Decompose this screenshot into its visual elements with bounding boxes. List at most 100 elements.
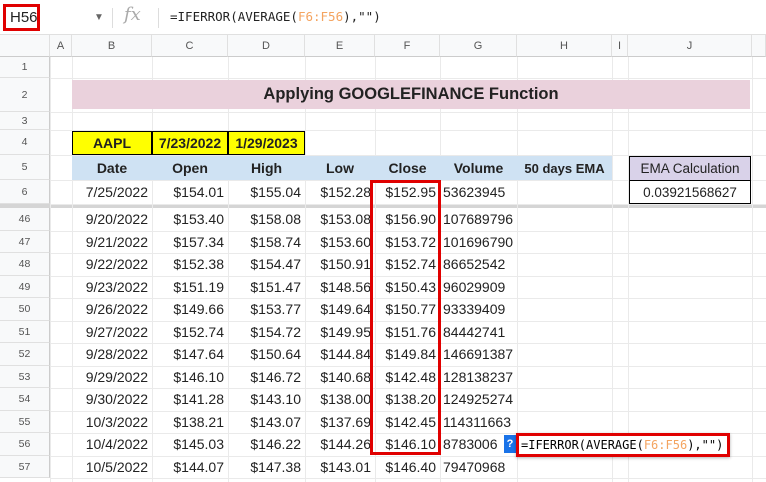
cell-open[interactable]: $153.40 xyxy=(152,208,228,231)
column-label-volume[interactable]: Volume xyxy=(440,156,517,180)
cell-high[interactable]: $150.64 xyxy=(228,343,305,366)
column-header-H[interactable]: H xyxy=(517,35,612,57)
cell-open[interactable]: $145.03 xyxy=(152,433,228,456)
cell-open[interactable]: $149.66 xyxy=(152,298,228,321)
cell-open[interactable]: $152.38 xyxy=(152,253,228,276)
cell-date[interactable]: 9/29/2022 xyxy=(72,366,152,389)
ema-calculation-value[interactable]: 0.03921568627 xyxy=(629,180,751,204)
cell-date[interactable]: 9/22/2022 xyxy=(72,253,152,276)
column-header-J[interactable]: J xyxy=(628,35,752,57)
cell-volume[interactable]: 79470968 xyxy=(440,456,517,479)
cell-low[interactable]: $144.84 xyxy=(305,343,375,366)
cell-open[interactable]: $152.74 xyxy=(152,321,228,344)
row-header[interactable]: 47 xyxy=(0,230,50,253)
cell-low[interactable]: $138.00 xyxy=(305,388,375,411)
cell-low[interactable]: $149.64 xyxy=(305,298,375,321)
cell-volume[interactable]: 114311663 xyxy=(440,411,517,434)
cell-high[interactable]: $146.72 xyxy=(228,366,305,389)
cell-open[interactable]: $144.07 xyxy=(152,456,228,479)
row-header[interactable]: 51 xyxy=(0,320,50,343)
cell-high[interactable]: $143.07 xyxy=(228,411,305,434)
cell-high[interactable]: $154.72 xyxy=(228,321,305,344)
help-icon[interactable]: ? xyxy=(504,435,516,453)
cell-date[interactable]: 9/26/2022 xyxy=(72,298,152,321)
column-header-B[interactable]: B xyxy=(72,35,152,57)
param-end[interactable]: 1/29/2023 xyxy=(228,131,305,155)
column-header-E[interactable]: E xyxy=(305,35,375,57)
cell-volume[interactable]: 84442741 xyxy=(440,321,517,344)
cell-date[interactable]: 9/23/2022 xyxy=(72,276,152,299)
row-header[interactable]: 2 xyxy=(0,78,50,112)
cell-high[interactable]: $143.10 xyxy=(228,388,305,411)
column-label-date[interactable]: Date xyxy=(72,156,152,180)
cell-high[interactable]: $158.74 xyxy=(228,231,305,254)
column-label-open[interactable]: Open xyxy=(152,156,228,180)
cell-volume[interactable]: 124925274 xyxy=(440,388,517,411)
cell-low[interactable]: $137.69 xyxy=(305,411,375,434)
cell-close[interactable]: $146.40 xyxy=(375,456,440,479)
column-label-low[interactable]: Low xyxy=(305,156,375,180)
row-header[interactable]: 50 xyxy=(0,298,50,321)
cell-low[interactable]: $148.56 xyxy=(305,276,375,299)
cell-open[interactable]: $151.19 xyxy=(152,276,228,299)
row-header[interactable]: 57 xyxy=(0,455,50,478)
row-header[interactable]: 6 xyxy=(0,180,50,204)
cell-low[interactable]: $152.28 xyxy=(305,180,375,204)
cell-low[interactable]: $153.60 xyxy=(305,231,375,254)
row-header[interactable]: 56 xyxy=(0,433,50,456)
column-header-A[interactable]: A xyxy=(50,35,72,57)
column-header-F[interactable]: F xyxy=(375,35,440,57)
cell-high[interactable]: $146.22 xyxy=(228,433,305,456)
cell-date[interactable]: 10/4/2022 xyxy=(72,433,152,456)
name-box[interactable]: H56 xyxy=(3,4,40,31)
row-header[interactable]: 48 xyxy=(0,253,50,276)
cell-editor-h56[interactable]: =IFERROR(AVERAGE(F6:F56),"") xyxy=(516,433,730,457)
row-header[interactable]: 1 xyxy=(0,57,50,78)
cell-open[interactable]: $146.10 xyxy=(152,366,228,389)
cell-date[interactable]: 7/25/2022 xyxy=(72,180,152,204)
cell-open[interactable]: $154.01 xyxy=(152,180,228,204)
param-ticker[interactable]: AAPL xyxy=(72,131,152,155)
cell-volume[interactable]: 146691387 xyxy=(440,343,517,366)
row-header[interactable]: 4 xyxy=(0,130,50,155)
cell-date[interactable]: 10/3/2022 xyxy=(72,411,152,434)
row-header[interactable]: 53 xyxy=(0,365,50,388)
row-header[interactable]: 49 xyxy=(0,275,50,298)
cell-volume[interactable]: 128138237 xyxy=(440,366,517,389)
column-label-50-days-ema[interactable]: 50 days EMA xyxy=(517,156,612,180)
param-start[interactable]: 7/23/2022 xyxy=(152,131,228,155)
cell-low[interactable]: $140.68 xyxy=(305,366,375,389)
row-header[interactable]: 52 xyxy=(0,343,50,366)
corner-select-all[interactable] xyxy=(0,35,50,57)
cell-date[interactable]: 9/20/2022 xyxy=(72,208,152,231)
cell-low[interactable]: $143.01 xyxy=(305,456,375,479)
cell-volume[interactable]: 107689796 xyxy=(440,208,517,231)
cell-open[interactable]: $141.28 xyxy=(152,388,228,411)
row-header[interactable]: 54 xyxy=(0,388,50,411)
cell-volume[interactable]: 101696790 xyxy=(440,231,517,254)
cell-volume[interactable]: 86652542 xyxy=(440,253,517,276)
cell-low[interactable]: $144.26 xyxy=(305,433,375,456)
column-header-I[interactable]: I xyxy=(612,35,628,57)
cell-high[interactable]: $155.04 xyxy=(228,180,305,204)
cell-high[interactable]: $153.77 xyxy=(228,298,305,321)
chevron-down-icon[interactable]: ▼ xyxy=(94,12,104,23)
cell-volume[interactable]: 96029909 xyxy=(440,276,517,299)
cell-low[interactable]: $150.91 xyxy=(305,253,375,276)
cell-date[interactable]: 9/27/2022 xyxy=(72,321,152,344)
cell-high[interactable]: $154.47 xyxy=(228,253,305,276)
cell-low[interactable]: $149.95 xyxy=(305,321,375,344)
cell-date[interactable]: 9/21/2022 xyxy=(72,231,152,254)
cell-date[interactable]: 10/5/2022 xyxy=(72,456,152,479)
column-label-close[interactable]: Close xyxy=(375,156,440,180)
row-header[interactable]: 55 xyxy=(0,410,50,433)
cell-open[interactable]: $138.21 xyxy=(152,411,228,434)
cell-date[interactable]: 9/30/2022 xyxy=(72,388,152,411)
cell-date[interactable]: 9/28/2022 xyxy=(72,343,152,366)
column-header-D[interactable]: D xyxy=(228,35,305,57)
column-header-C[interactable]: C xyxy=(152,35,228,57)
cell-volume[interactable]: 93339409 xyxy=(440,298,517,321)
row-header[interactable]: 5 xyxy=(0,155,50,180)
formula-input[interactable]: =IFERROR(AVERAGE(F6:F56),"") xyxy=(170,9,381,24)
cell-open[interactable]: $147.64 xyxy=(152,343,228,366)
